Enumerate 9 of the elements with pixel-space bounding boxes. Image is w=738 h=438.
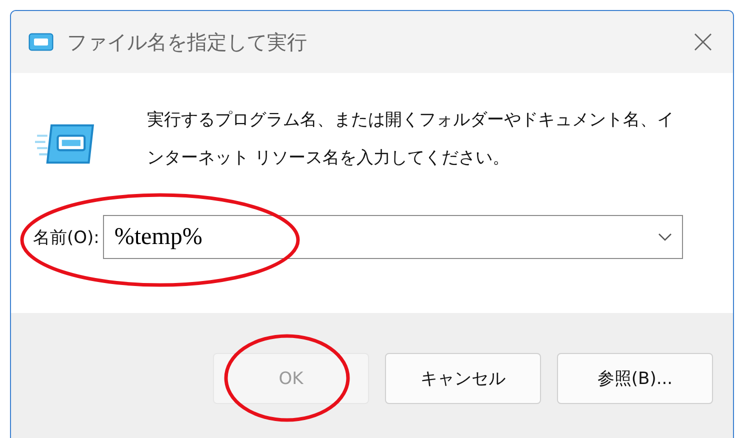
dialog-button[interactable]: 参照(B)...	[557, 353, 713, 404]
window-title: ファイル名を指定して実行	[67, 28, 308, 56]
run-icon	[27, 31, 55, 53]
dialog-button[interactable]: キャンセル	[385, 353, 541, 404]
close-icon[interactable]	[693, 32, 713, 52]
chevron-down-icon[interactable]	[658, 233, 672, 241]
instruction-text: 実行するプログラム名、または開くフォルダーやドキュメント名、イ ンターネット リソース名を入力してください。	[147, 109, 674, 170]
name-label: 名前(O):	[33, 226, 100, 248]
name-combobox[interactable]: %temp%	[103, 215, 684, 259]
